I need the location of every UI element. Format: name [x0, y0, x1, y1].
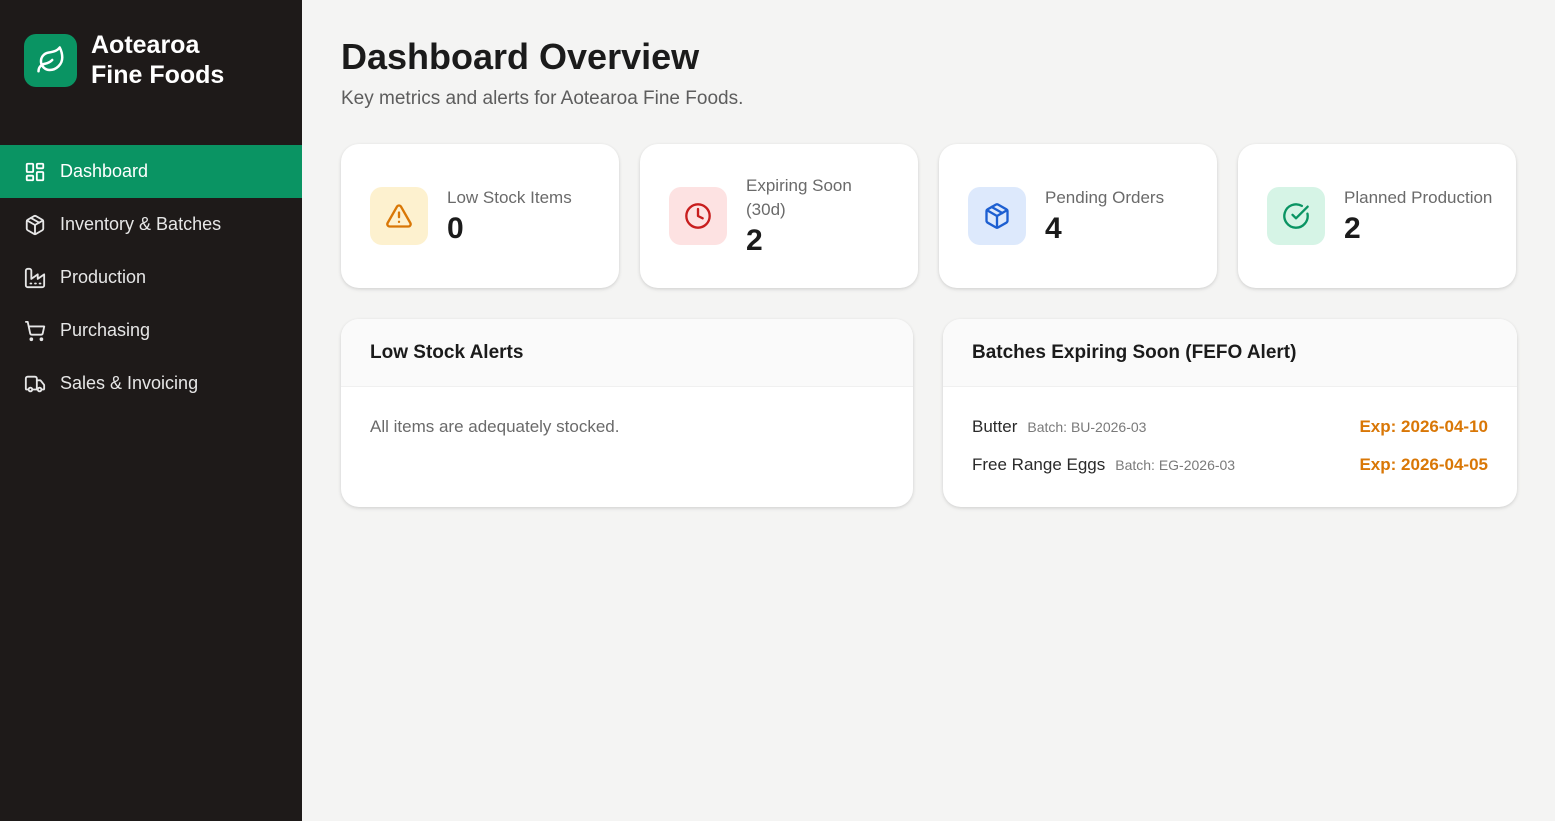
truck-icon — [24, 375, 46, 392]
stat-card-low-stock: Low Stock Items 0 — [341, 144, 619, 288]
stat-label: Expiring Soon (30d) — [746, 176, 852, 219]
low-stock-alerts-panel: Low Stock Alerts All items are adequatel… — [341, 319, 913, 507]
sidebar-item-label: Dashboard — [60, 161, 149, 181]
sidebar-item-label: Production — [60, 267, 147, 287]
panel-title: Batches Expiring Soon (FEFO Alert) — [943, 319, 1517, 387]
stat-card-expiring: Expiring Soon (30d) 2 — [640, 144, 918, 288]
sidebar-item-sales[interactable]: Sales & Invoicing — [0, 357, 302, 410]
empty-message: All items are adequately stocked. — [370, 417, 620, 436]
sidebar-nav: Dashboard Inventory & Batches Production… — [0, 145, 302, 410]
check-circle-icon — [1267, 187, 1325, 245]
stat-value: 2 — [1344, 212, 1361, 245]
warning-icon — [370, 187, 428, 245]
product-name: Butter — [972, 417, 1018, 436]
sidebar-item-label: Purchasing — [60, 320, 151, 340]
list-item[interactable]: Free Range Eggs Batch: EG-2026-03 Exp: 2… — [972, 453, 1488, 477]
list-item[interactable]: Butter Batch: BU-2026-03 Exp: 2026-04-10 — [972, 415, 1488, 439]
sidebar-item-inventory[interactable]: Inventory & Batches — [0, 198, 302, 251]
stat-value: 0 — [447, 212, 464, 245]
stat-value: 4 — [1045, 212, 1062, 245]
stat-value: 2 — [746, 224, 763, 257]
stat-label: Pending Orders — [1045, 188, 1165, 207]
brand-name-line1: Aotearoa — [91, 31, 200, 59]
sidebar-item-production[interactable]: Production — [0, 251, 302, 304]
panel-title: Low Stock Alerts — [341, 319, 913, 387]
leaf-icon — [24, 33, 77, 87]
factory-icon — [24, 267, 46, 288]
sidebar-item-purchasing[interactable]: Purchasing — [0, 304, 302, 357]
box-icon — [968, 187, 1026, 245]
dashboard-grid-icon — [25, 162, 45, 181]
stat-card-planned-production: Planned Production 2 — [1238, 144, 1516, 288]
stat-label: Planned Production — [1344, 188, 1493, 207]
page-title: Dashboard Overview — [341, 36, 700, 77]
clock-icon — [669, 187, 727, 245]
sidebar: Aotearoa Fine Foods Dashboard Inventory … — [0, 0, 302, 821]
stat-label: Low Stock Items — [447, 188, 572, 207]
package-icon — [25, 214, 45, 235]
batch-code: Batch: BU-2026-03 — [1027, 419, 1147, 435]
sidebar-item-label: Sales & Invoicing — [60, 373, 199, 393]
expiry-date: Exp: 2026-04-10 — [1359, 417, 1488, 436]
sidebar-item-label: Inventory & Batches — [60, 214, 222, 234]
brand[interactable]: Aotearoa Fine Foods — [24, 30, 271, 90]
brand-name-line2: Fine Foods — [91, 61, 225, 89]
expiry-date: Exp: 2026-04-05 — [1359, 455, 1488, 474]
expiring-batches-panel: Batches Expiring Soon (FEFO Alert) Butte… — [943, 319, 1517, 507]
stat-card-pending-orders: Pending Orders 4 — [939, 144, 1217, 288]
product-name: Free Range Eggs — [972, 455, 1106, 474]
page-subtitle: Key metrics and alerts for Aotearoa Fine… — [341, 88, 744, 109]
sidebar-item-dashboard[interactable]: Dashboard — [0, 145, 302, 198]
brand-name: Aotearoa Fine Foods — [91, 30, 271, 90]
batch-code: Batch: EG-2026-03 — [1115, 457, 1236, 473]
shopping-cart-icon — [24, 320, 46, 341]
